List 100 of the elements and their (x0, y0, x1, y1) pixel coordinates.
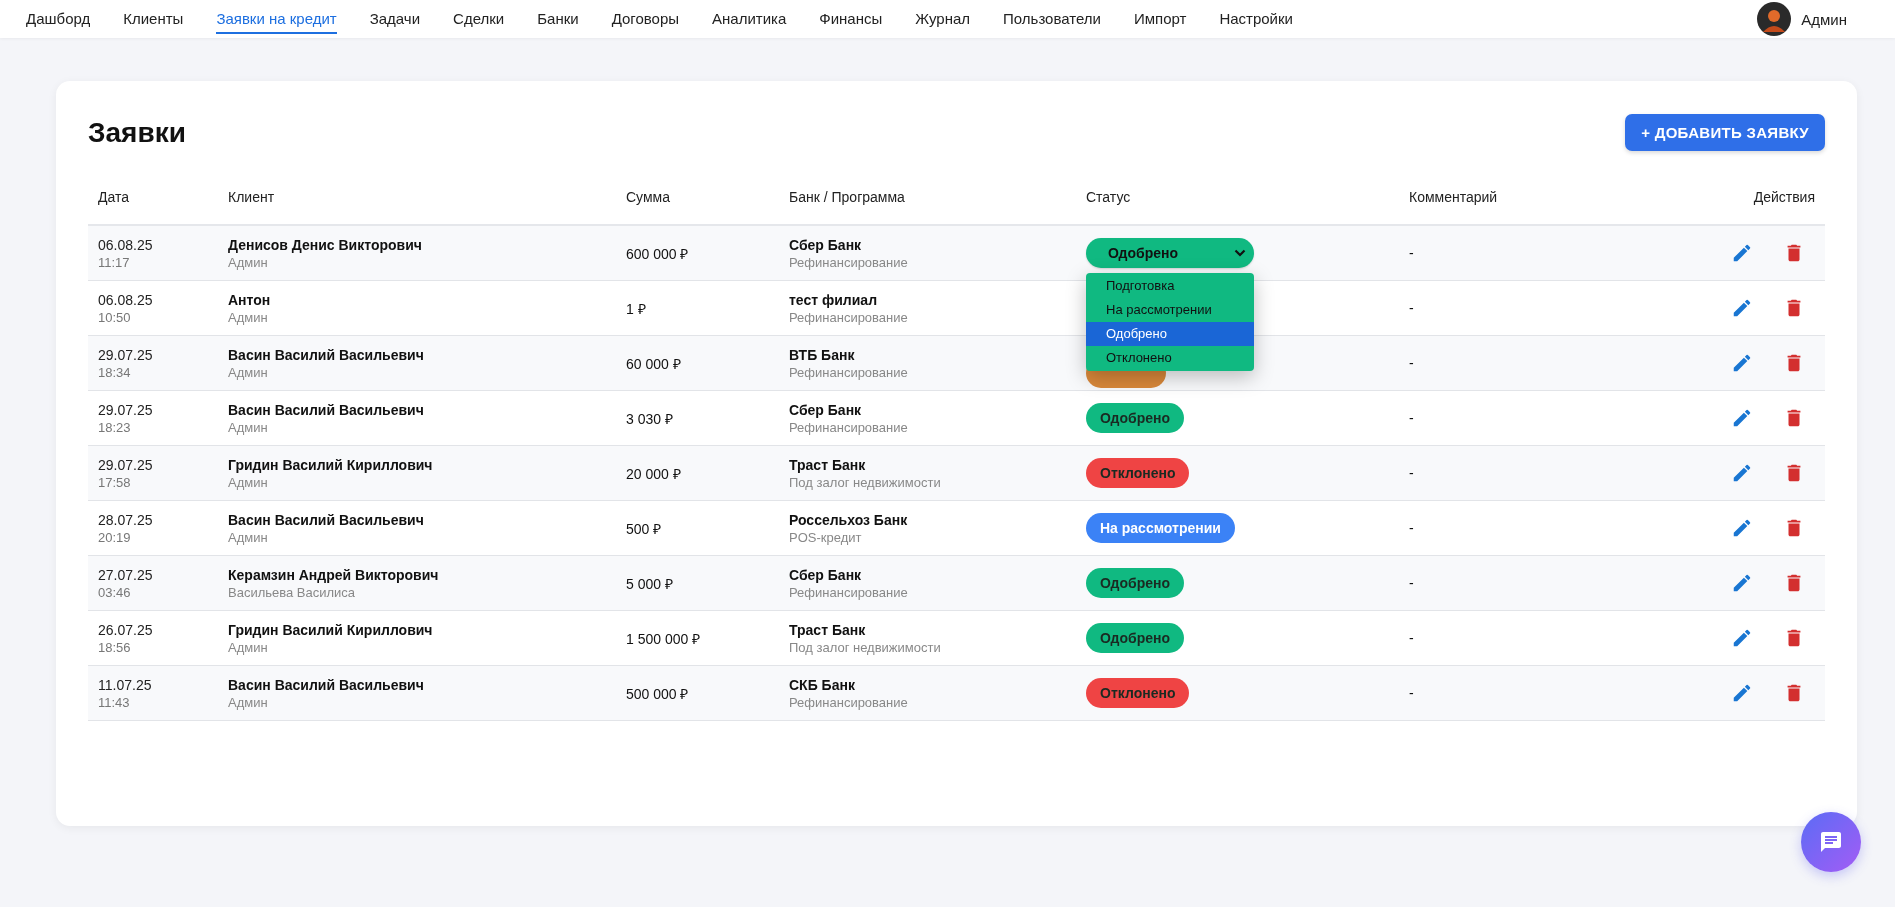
program-name: Рефинансирование (789, 254, 909, 270)
edit-icon[interactable] (1731, 407, 1753, 429)
comment-text: - (1409, 300, 1415, 316)
client-name: Денисов Денис Викторович (228, 236, 423, 253)
amount-text: 60 000 ₽ (626, 354, 682, 373)
avatar-icon[interactable] (1757, 2, 1792, 36)
bank-name: Сбер Банк (789, 566, 863, 583)
time-text: 18:56 (98, 639, 132, 655)
client-name: Васин Василий Васильевич (228, 346, 425, 363)
date-text: 28.07.25 (98, 511, 154, 528)
program-name: Рефинансирование (789, 419, 909, 435)
edit-icon[interactable] (1731, 352, 1753, 374)
date-text: 29.07.25 (98, 456, 154, 473)
dropdown-option[interactable]: Подготовка (1086, 274, 1254, 298)
nav-link[interactable]: Аналитика (712, 4, 787, 34)
dropdown-option[interactable]: На рассмотрении (1086, 298, 1254, 322)
bank-name: Сбер Банк (789, 401, 863, 418)
edit-icon[interactable] (1731, 462, 1753, 484)
comment-text: - (1409, 245, 1415, 261)
comment-text: - (1409, 575, 1415, 591)
user-name[interactable]: Админ (1801, 10, 1847, 28)
nav-link[interactable]: Финансы (819, 4, 883, 34)
comment-text: - (1409, 410, 1415, 426)
chat-icon (1819, 830, 1843, 854)
manager-name: Админ (228, 639, 269, 655)
client-name: Васин Василий Васильевич (228, 401, 425, 418)
time-text: 17:58 (98, 474, 132, 490)
dropdown-option[interactable]: Одобрено (1086, 322, 1254, 346)
comment-text: - (1409, 520, 1415, 536)
comment-text: - (1409, 465, 1415, 481)
client-name: Васин Василий Васильевич (228, 676, 425, 693)
bank-name: Траст Банк (789, 621, 867, 638)
time-text: 10:50 (98, 309, 132, 325)
nav-link[interactable]: Сделки (453, 4, 505, 34)
nav-link[interactable]: Клиенты (123, 4, 184, 34)
amount-text: 3 030 ₽ (626, 409, 674, 428)
time-text: 18:34 (98, 364, 132, 380)
nav-link[interactable]: Журнал (915, 4, 970, 34)
program-name: Рефинансирование (789, 364, 909, 380)
time-text: 20:19 (98, 529, 132, 545)
client-name: Керамзин Андрей Викторович (228, 566, 440, 583)
edit-icon[interactable] (1731, 572, 1753, 594)
time-text: 11:17 (98, 254, 131, 270)
nav-link[interactable]: Импорт (1133, 4, 1187, 34)
bank-name: СКБ Банк (789, 676, 856, 693)
date-text: 06.08.25 (98, 236, 154, 253)
client-name: Антон (228, 291, 272, 308)
nav-link[interactable]: Настройки (1219, 4, 1293, 34)
status-badge: Одобрено (1086, 568, 1184, 598)
client-name: Васин Василий Васильевич (228, 511, 425, 528)
bank-name: Россельхоз Банк (789, 511, 909, 528)
edit-icon[interactable] (1731, 682, 1753, 704)
status-badge: На рассмотрении (1086, 513, 1235, 543)
edit-icon[interactable] (1731, 627, 1753, 649)
client-name: Гридин Василий Кириллович (228, 621, 434, 638)
manager-name: Админ (228, 254, 269, 270)
time-text: 03:46 (98, 584, 132, 600)
edit-icon[interactable] (1731, 297, 1753, 319)
manager-name: Админ (228, 529, 269, 545)
manager-name: Васильева Василиса (228, 584, 357, 600)
nav-link[interactable]: Договоры (611, 4, 680, 34)
date-text: 27.07.25 (98, 566, 154, 583)
bank-name: ВТБ Банк (789, 346, 856, 363)
amount-text: 20 000 ₽ (626, 464, 682, 483)
manager-name: Админ (228, 419, 269, 435)
program-name: Рефинансирование (789, 584, 909, 600)
status-select[interactable]: Одобрено (1086, 238, 1254, 268)
nav-link[interactable]: Пользователи (1003, 4, 1101, 34)
time-text: 11:43 (98, 694, 131, 710)
program-name: Рефинансирование (789, 309, 909, 325)
amount-text: 600 000 ₽ (626, 244, 690, 263)
program-name: Под залог недвижимости (789, 639, 942, 655)
bank-name: Траст Банк (789, 456, 867, 473)
status-badge: Отклонено (1086, 458, 1190, 488)
amount-text: 5 000 ₽ (626, 574, 674, 593)
manager-name: Админ (228, 309, 269, 325)
program-name: POS-кредит (789, 529, 863, 545)
nav-link[interactable]: Задачи (369, 4, 421, 34)
manager-name: Админ (228, 364, 269, 380)
nav-link[interactable]: Банки (537, 4, 579, 34)
comment-text: - (1409, 355, 1415, 371)
edit-icon[interactable] (1731, 242, 1753, 264)
comment-text: - (1409, 630, 1415, 646)
date-text: 11.07.25 (98, 676, 153, 693)
date-text: 29.07.25 (98, 401, 154, 418)
status-badge: Одобрено (1086, 623, 1184, 653)
add-button[interactable]: + ДОБАВИТЬ ЗАЯВКУ (1625, 114, 1825, 151)
client-name: Гридин Василий Кириллович (228, 456, 434, 473)
chat-button[interactable] (1801, 812, 1861, 872)
nav-link[interactable]: Заявки на кредит (216, 4, 337, 34)
amount-text: 500 000 ₽ (626, 684, 690, 703)
edit-icon[interactable] (1731, 517, 1753, 539)
program-name: Под залог недвижимости (789, 474, 942, 490)
nav-link[interactable]: Дашборд (26, 4, 91, 34)
manager-name: Админ (228, 474, 269, 490)
bank-name: Сбер Банк (789, 236, 863, 253)
amount-text: 500 ₽ (626, 519, 663, 538)
date-text: 26.07.25 (98, 621, 154, 638)
page-title: Заявки (88, 116, 186, 149)
comment-text: - (1409, 685, 1415, 701)
